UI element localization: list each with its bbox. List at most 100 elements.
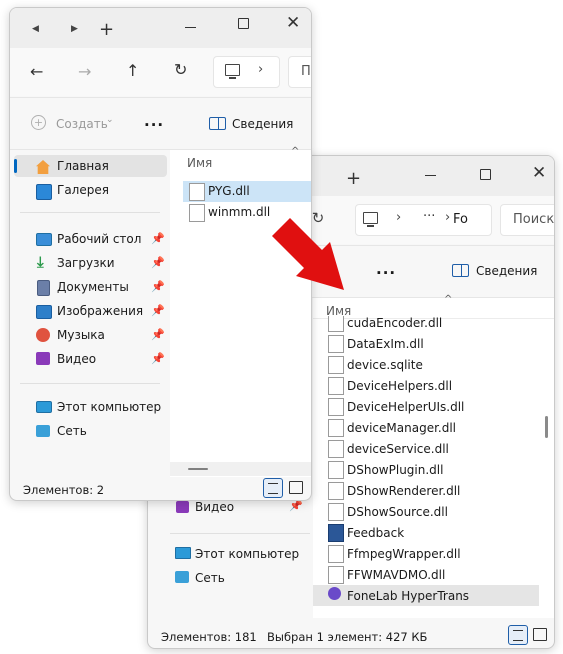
table-row[interactable]: Feedback <box>313 522 539 543</box>
this-pc-icon-stand <box>367 225 374 227</box>
chevron-right-icon: › <box>396 210 402 225</box>
overflow-path-button[interactable]: ··· <box>423 209 435 224</box>
tiles-view-button[interactable] <box>289 481 303 494</box>
chevron-right-icon-2: › <box>445 210 451 225</box>
sidebar-item-desktop[interactable]: Рабочий стол <box>57 232 141 246</box>
table-row[interactable]: FfmpegWrapper.dll <box>313 543 539 564</box>
table-row[interactable]: deviceManager.dll <box>313 417 539 438</box>
maximize-icon <box>480 169 491 180</box>
music-icon <box>36 328 50 342</box>
front-title-bar <box>10 8 311 48</box>
sidebar-divider-2 <box>20 383 160 384</box>
close-button[interactable]: ✕ <box>524 162 554 188</box>
file-name: deviceManager.dll <box>347 421 457 435</box>
sidebar-item-video[interactable]: Видео <box>195 500 234 514</box>
table-row[interactable]: DeviceHelperUIs.dll <box>313 396 539 417</box>
minimize-button[interactable] <box>176 14 206 40</box>
forward-arrow-icon[interactable]: → <box>78 62 91 81</box>
sidebar-item-pictures[interactable]: Изображения <box>57 304 143 318</box>
list-view-icon <box>268 483 278 494</box>
video-icon <box>36 352 50 365</box>
up-arrow-icon[interactable]: ↑ <box>126 61 139 80</box>
create-button[interactable]: Создать <box>56 117 108 131</box>
app-shortcut-icon <box>328 587 341 600</box>
home-selection-indicator <box>14 159 17 173</box>
address-segment[interactable]: Fo <box>453 212 468 227</box>
table-row[interactable]: DShowRenderer.dll <box>313 480 539 501</box>
sidebar-divider <box>170 533 310 534</box>
table-row[interactable]: deviceService.dll <box>313 438 539 459</box>
status-selection: Выбран 1 элемент: 427 КБ <box>267 630 428 644</box>
close-icon: ✕ <box>532 163 547 183</box>
file-name: Feedback <box>347 526 405 540</box>
address-segment[interactable]: П <box>301 64 311 79</box>
pin-icon: 📌 <box>151 304 165 317</box>
table-row[interactable]: DShowPlugin.dll <box>313 459 539 480</box>
maximize-button[interactable] <box>470 162 500 188</box>
file-name: cudaEncoder.dll <box>347 316 443 330</box>
refresh-icon[interactable]: ↻ <box>174 60 187 79</box>
table-row[interactable]: FFWMAVDMO.dll <box>313 564 539 585</box>
table-row[interactable]: device.sqlite <box>313 354 539 375</box>
new-tab-button[interactable]: + <box>346 168 361 189</box>
details-view-button[interactable] <box>508 625 528 645</box>
sidebar-item-video[interactable]: Видео <box>57 352 96 366</box>
back-arrow-icon[interactable]: ← <box>30 62 43 81</box>
address-bar[interactable] <box>213 56 280 88</box>
this-pc-icon <box>363 212 378 224</box>
file-icon <box>328 545 344 563</box>
details-view-button[interactable] <box>263 478 283 498</box>
sidebar-item-network[interactable]: Сеть <box>195 571 225 585</box>
maximize-button[interactable] <box>228 14 258 40</box>
list-view-icon <box>513 630 523 641</box>
tab-scroll-left-icon[interactable]: ◀ <box>32 24 39 34</box>
file-name: DeviceHelperUIs.dll <box>347 400 465 414</box>
file-name: FoneLab HyperTrans <box>347 589 470 603</box>
details-button[interactable]: Сведения <box>476 264 537 278</box>
app-icon <box>328 524 344 542</box>
more-options-button[interactable]: ... <box>376 260 396 278</box>
horizontal-scrollbar[interactable] <box>188 468 208 470</box>
file-icon <box>328 398 344 416</box>
table-row[interactable]: DShowSource.dll <box>313 501 539 522</box>
file-name: DShowPlugin.dll <box>347 463 444 477</box>
more-options-button[interactable]: ... <box>144 112 164 130</box>
minimize-button[interactable] <box>416 162 446 188</box>
new-tab-button[interactable]: + <box>99 19 114 40</box>
details-button[interactable]: Сведения <box>232 117 293 131</box>
tiles-view-button[interactable] <box>533 628 547 641</box>
sidebar-item-this-pc[interactable]: Этот компьютер <box>195 547 299 561</box>
table-row[interactable]: cudaEncoder.dll <box>313 316 539 333</box>
table-row[interactable]: FoneLab HyperTrans <box>313 585 539 606</box>
file-row-pyg[interactable]: PYG.dll <box>183 181 311 202</box>
front-explorer-window: ◀ ▶ + ✕ ← → ↑ ↻ › П + Создать ⌄ ... Свед… <box>9 7 312 501</box>
sidebar-label-home: Главная <box>57 159 109 173</box>
sidebar-item-this-pc[interactable]: Этот компьютер <box>57 400 161 414</box>
sidebar-item-downloads[interactable]: Загрузки <box>57 256 115 270</box>
file-name: DShowRenderer.dll <box>347 484 461 498</box>
file-icon <box>328 419 344 437</box>
close-button[interactable]: ✕ <box>278 12 308 38</box>
sidebar-item-network[interactable]: Сеть <box>57 424 87 438</box>
close-icon: ✕ <box>286 13 301 33</box>
pin-icon: 📌 <box>151 232 165 245</box>
table-row[interactable]: DeviceHelpers.dll <box>313 375 539 396</box>
details-pane-icon-divider <box>461 264 463 277</box>
file-icon <box>328 335 344 353</box>
dll-file-icon <box>189 183 205 201</box>
column-header-name[interactable]: Имя <box>187 156 212 170</box>
front-toolbar-divider <box>10 97 311 98</box>
tab-scroll-right-icon[interactable]: ▶ <box>71 24 78 34</box>
sidebar-item-documents[interactable]: Документы <box>57 280 129 294</box>
file-name: winmm.dll <box>208 205 271 219</box>
sidebar-item-music[interactable]: Музыка <box>57 328 105 342</box>
file-icon <box>328 377 344 395</box>
sidebar-item-gallery[interactable]: Галерея <box>57 183 109 197</box>
file-name: deviceService.dll <box>347 442 449 456</box>
search-placeholder: Поиск <box>513 212 555 227</box>
this-pc-icon-stand <box>229 77 236 79</box>
vertical-scrollbar[interactable] <box>545 416 548 438</box>
sort-arrow-icon: ^ <box>291 146 300 157</box>
table-row[interactable]: DataExIm.dll <box>313 333 539 354</box>
file-name: PYG.dll <box>208 184 250 198</box>
